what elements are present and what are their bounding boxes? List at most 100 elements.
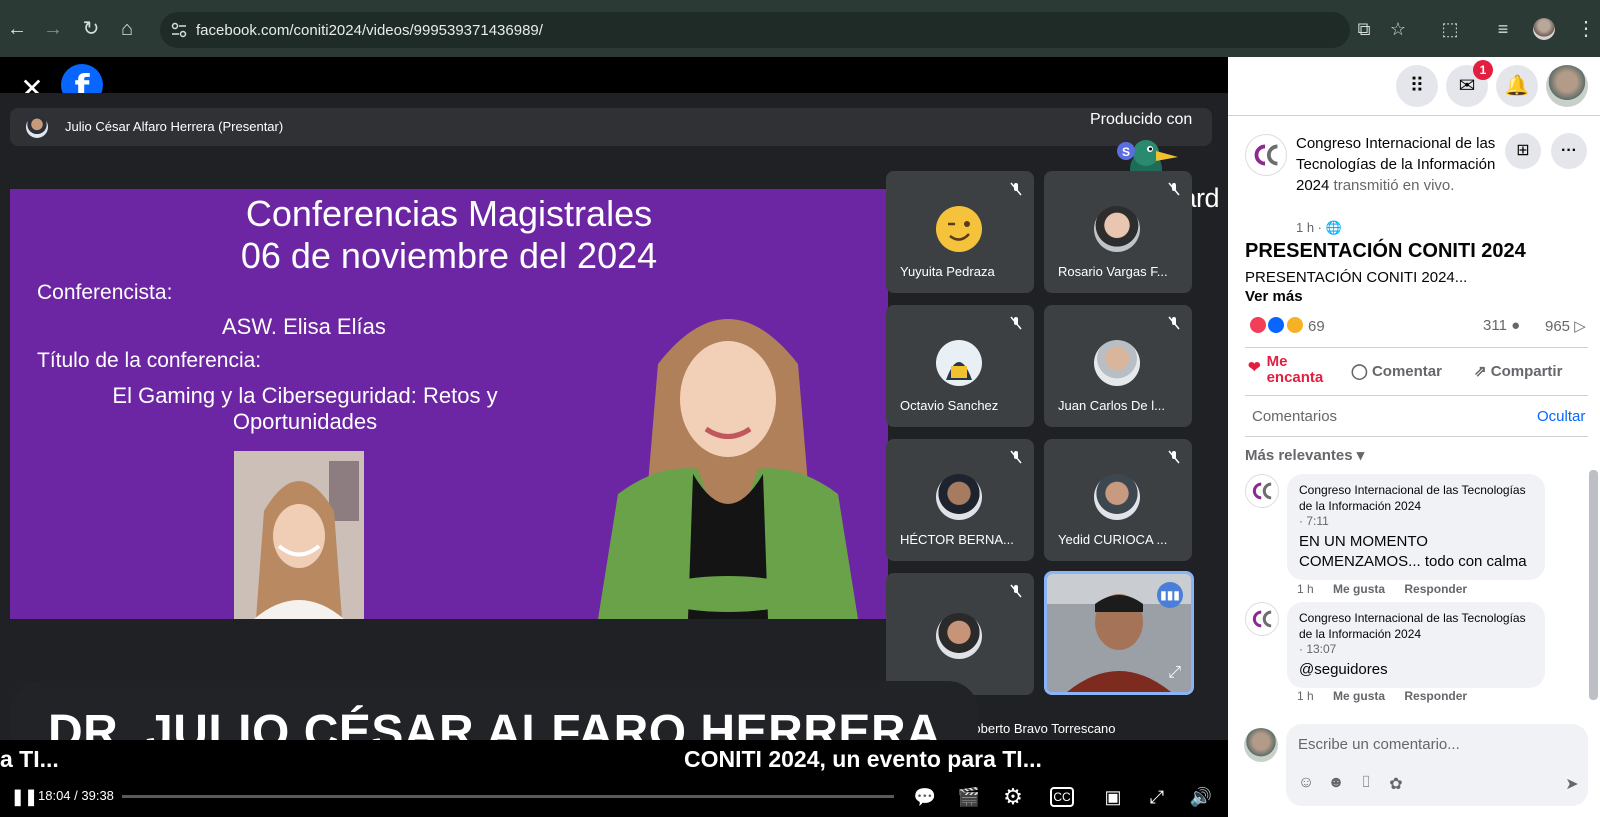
participant-name: Juan Carlos De l... [1058,398,1165,413]
view-count[interactable]: 965 ▷ [1545,317,1586,335]
forward-arrow-icon[interactable]: → [38,14,68,44]
save-bookmark-icon[interactable]: ⊞ [1505,133,1541,169]
extensions-icon[interactable]: ⬚ [1437,16,1463,42]
presenting-bar: Julio César Alfaro Herrera (Presentar) [10,108,1212,146]
page-logo-avatar[interactable] [1245,134,1287,176]
media-control-icon[interactable]: ≡ [1490,16,1516,42]
url-text[interactable]: facebook.com/coniti2024/videos/999539371… [196,22,543,39]
comment-author-avatar[interactable] [1245,474,1279,508]
see-more-link[interactable]: Ver más [1245,288,1303,305]
comment-button[interactable]: ◯ Comentar [1351,362,1442,380]
player-controls: ❚❚ 18:04 / 39:38 💬 🎬 ⚙ CC ▣ ⤢ 🔊 [0,776,1228,817]
comment-author-avatar[interactable] [1245,602,1279,636]
ticker-text-right: CONITI 2024, un evento para TI... [684,746,1042,772]
producido-label: Producido con [1090,111,1193,128]
captions-toggle-icon[interactable]: 💬 [912,784,938,810]
mic-muted-icon [1010,316,1022,330]
pause-icon[interactable]: ❚❚ [11,787,38,807]
post-action: transmitió en vivo. [1333,177,1455,194]
reaction-icons[interactable] [1248,315,1305,337]
heart-icon: ❤ [1248,359,1261,376]
clips-icon[interactable]: 🎬 [956,784,982,810]
participant-tile[interactable]: Juan Carlos De l... [1044,305,1192,427]
seek-bar[interactable] [122,795,894,798]
sort-comments-dropdown[interactable]: Más relevantes ▾ [1245,446,1364,464]
comment-text: EN UN MOMENTO COMENZAMOS... todo con cal… [1299,533,1527,570]
hacker-avatar [936,340,982,386]
mic-muted-icon [1168,316,1180,330]
love-button[interactable]: ❤ Me encanta [1248,354,1328,386]
comment-author[interactable]: Congreso Internacional de las Tecnología… [1299,482,1533,514]
volume-icon[interactable]: 🔊 [1188,784,1214,810]
slide-title-line1: Conferencias Magistrales [245,193,653,234]
settings-gear-icon[interactable]: ⚙ [1000,784,1026,810]
comments-header: Comentarios [1252,408,1338,425]
share-icon: ⇗ [1474,363,1487,380]
post-author-line: Congreso Internacional de las Tecnología… [1296,133,1516,196]
site-settings-icon[interactable] [170,21,188,39]
browser-profile-avatar[interactable] [1533,18,1555,40]
wow-reaction-icon [1284,315,1305,335]
avatar-sticker-icon[interactable]: ☺ [1296,774,1316,794]
comment-like-link[interactable]: Me gusta [1333,689,1385,703]
comment-text: @seguidores [1299,661,1388,678]
notifications-bell-icon[interactable]: 🔔 [1496,65,1538,107]
participant-tile-active-speaker[interactable]: ▮▮▮ ⤢ [1044,571,1194,695]
comments-scrollbar[interactable] [1589,470,1598,700]
comment-count[interactable]: 311 ● [1483,317,1520,334]
bookmark-star-icon[interactable]: ☆ [1385,16,1411,42]
comment-timestamp[interactable]: · 13:07 [1299,642,1533,656]
participant-name: Yedid CURIOCA ... [1058,532,1168,547]
comment-author[interactable]: Congreso Internacional de las Tecnología… [1299,610,1533,642]
expand-icon[interactable]: ⤢ [1168,664,1181,682]
comment-input[interactable]: Escribe un comentario... [1298,736,1460,753]
participant-tile[interactable]: HÉCTOR BERNA... [886,439,1034,561]
speaking-indicator-icon: ▮▮▮ [1157,582,1183,608]
messenger-badge: 1 [1473,60,1493,80]
slide-talk-line1: El Gaming y la Ciberseguridad: Retos y [112,383,498,408]
participant-tile[interactable]: Yedid CURIOCA ... [1044,439,1192,561]
comment-reply-link[interactable]: Responder [1404,689,1467,703]
slide-title-line2: 06 de noviembre del 2024 [240,235,658,276]
hide-comments-link[interactable]: Ocultar [1537,408,1585,425]
participant-tile[interactable] [886,573,1034,695]
presenter-avatar [26,116,48,138]
install-app-icon[interactable]: ⧉ [1351,16,1377,42]
sticker-icon[interactable]: ✿ [1386,774,1406,794]
browser-toolbar: ← → ↻ ⌂ facebook.com/coniti2024/videos/9… [0,0,1600,57]
love-reaction-icon [1248,315,1268,335]
comment-like-link[interactable]: Me gusta [1333,582,1385,596]
composer-avatar [1244,728,1278,762]
camera-icon[interactable]: ⌷ [1356,774,1376,794]
address-bar[interactable]: facebook.com/coniti2024/videos/999539371… [160,12,1350,48]
participant-avatar [936,613,982,659]
video-player[interactable]: ✕ f Julio César Alfaro Herrera (Presenta… [0,57,1228,817]
closed-captions-icon[interactable]: CC [1050,787,1074,807]
ticker-text-left: a TI... [0,746,59,772]
more-options-icon[interactable]: ··· [1551,133,1587,169]
emoji-icon[interactable]: ☻ [1326,774,1346,794]
browser-menu-icon[interactable]: ⋮ [1576,16,1596,41]
reaction-count[interactable]: 69 [1308,318,1325,335]
participant-tile[interactable]: Yuyuita Pedraza [886,171,1034,293]
comment-composer[interactable]: Escribe un comentario... ☺ ☻ ⌷ ✿ ➤ [1286,724,1588,806]
comment-timestamp[interactable]: · 7:11 [1299,514,1533,528]
participant-avatar [1094,340,1140,386]
participant-tile[interactable]: Octavio Sanchez [886,305,1034,427]
reload-icon[interactable]: ↻ [76,14,106,44]
send-icon[interactable]: ➤ [1562,774,1582,794]
home-icon[interactable]: ⌂ [112,14,142,44]
comment-reply-link[interactable]: Responder [1404,582,1467,596]
picture-in-picture-icon[interactable]: ▣ [1100,784,1126,810]
participant-avatar [1094,474,1140,520]
participant-avatar [936,474,982,520]
comment-icon: ◯ [1351,363,1368,380]
participant-name: Yuyuita Pedraza [900,264,995,279]
menu-grid-icon[interactable]: ⠿ [1396,65,1438,107]
actions-top-divider [1245,347,1588,348]
user-avatar[interactable] [1546,65,1588,107]
participant-tile[interactable]: Rosario Vargas F... [1044,171,1192,293]
back-arrow-icon[interactable]: ← [2,14,32,44]
share-button[interactable]: ⇗ Compartir [1474,362,1562,380]
fullscreen-icon[interactable]: ⤢ [1144,784,1170,810]
